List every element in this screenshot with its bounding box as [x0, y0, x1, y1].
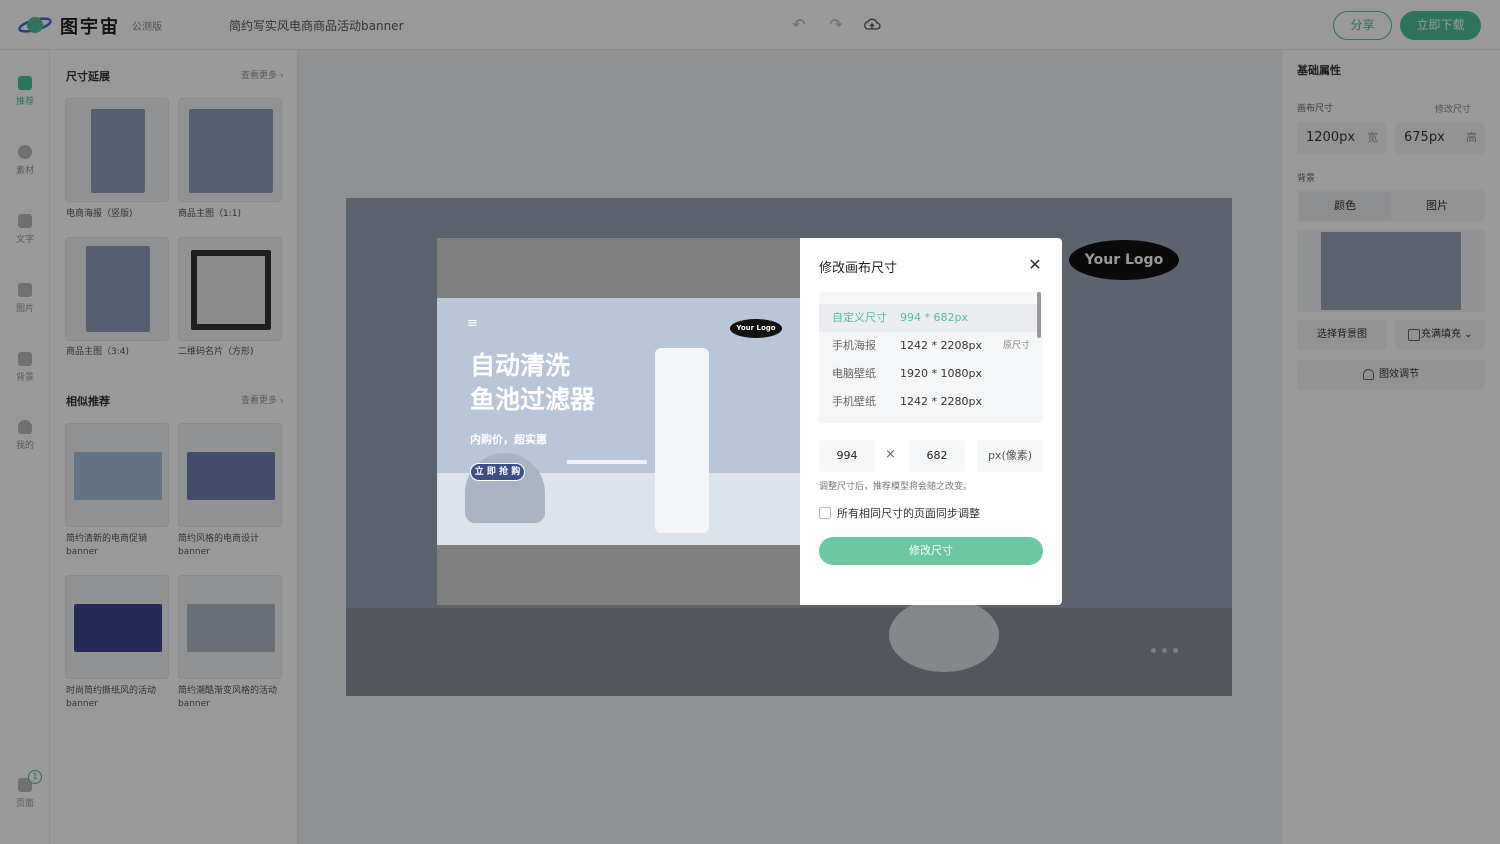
banner-subtitle: 内购价，超实惠 [470, 433, 547, 446]
size-list-scrollbar[interactable] [1037, 292, 1041, 338]
apply-resize-button[interactable]: 修改尺寸 [819, 537, 1043, 565]
banner-title: 自动清洗 鱼池过滤器 [470, 351, 596, 414]
size-option[interactable]: 电脑壁纸 1920 * 1080px [819, 360, 1037, 388]
multiply-icon: × [885, 447, 896, 462]
unit-select[interactable]: px(像素) [977, 440, 1043, 472]
resize-dialog: 修改画布尺寸 ✕ 自定义尺寸 994 * 682px 手机海报 1242 * 220… [800, 238, 1062, 605]
height-input[interactable]: 682 [909, 440, 965, 472]
close-icon[interactable]: ✕ [1026, 256, 1044, 274]
size-option[interactable]: 自定义尺寸 994 * 682px [819, 304, 1037, 332]
size-option[interactable]: 手机海报 1242 * 2208px 原尺寸 [819, 332, 1037, 360]
banner-menu-icon: ≡ [467, 316, 478, 331]
width-input[interactable]: 994 [819, 440, 875, 472]
banner-product [655, 348, 709, 533]
sync-checkbox[interactable] [819, 507, 831, 519]
banner-logo: Your Logo [730, 319, 782, 338]
resize-hint: 调整尺寸后，推荐模型将会随之改变。 [819, 482, 973, 492]
size-option[interactable]: 手机壁纸 1242 * 2280px [819, 388, 1037, 416]
dialog-title: 修改画布尺寸 [819, 261, 898, 276]
size-preset-list: 自定义尺寸 994 * 682px 手机海报 1242 * 2208px 原尺寸 电脑… [819, 292, 1043, 423]
preview-banner: ≡ 自动清洗 鱼池过滤器 内购价，超实惠 立 即 抢 购 Your Logo [437, 298, 800, 545]
banner-table [567, 460, 647, 464]
banner-cta: 立 即 抢 购 [470, 463, 525, 481]
sync-checkbox-label[interactable]: 所有相同尺寸的页面同步调整 [837, 505, 980, 521]
